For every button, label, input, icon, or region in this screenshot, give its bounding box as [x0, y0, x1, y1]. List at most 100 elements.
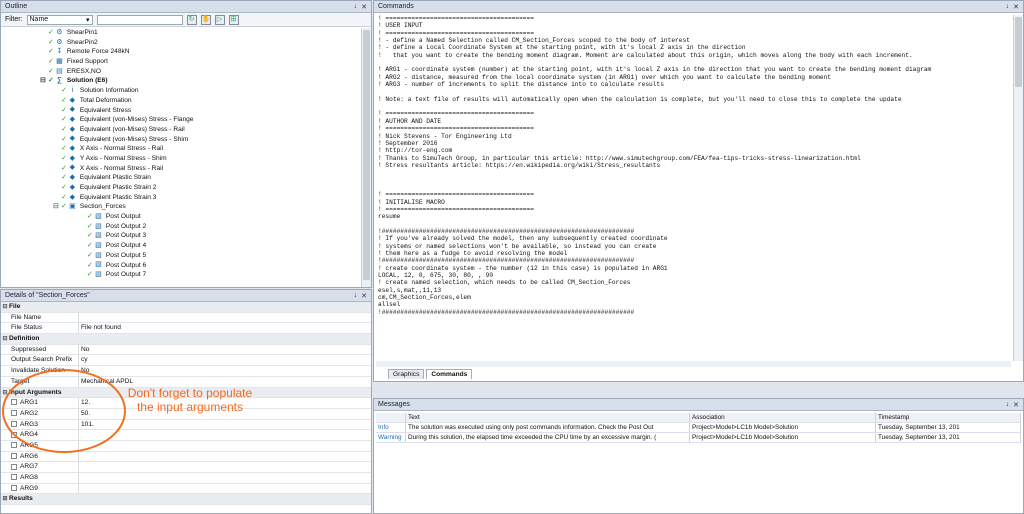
refresh-icon[interactable]: ↻	[186, 14, 197, 25]
message-row[interactable]: Warning During this solution, the elapsed…	[376, 433, 1021, 443]
pin-icon[interactable]: ↓	[354, 3, 358, 11]
details-section-file[interactable]: ⊟ File	[1, 302, 371, 313]
result-icon: ◆	[69, 193, 76, 201]
parameter-checkbox[interactable]	[11, 474, 17, 481]
tree-item[interactable]: ✓ ▤ ERESX,NO	[1, 67, 361, 77]
code-line: ! ======================================…	[378, 29, 534, 37]
property-value[interactable]: File not found	[79, 323, 371, 333]
tree-item[interactable]: ✓ ◆ Equivalent Stress	[1, 106, 361, 116]
code-line: LOCAL, 12, 0, 675, 30, 80, , 90	[378, 272, 494, 280]
close-icon[interactable]: ✕	[361, 292, 367, 300]
tree-item[interactable]: ✓ ▧ Post Output	[1, 212, 361, 222]
property-value[interactable]: cy	[79, 355, 371, 365]
tree-item[interactable]: ⊟ ✓ ▣ Section_Forces	[1, 202, 361, 212]
details-section-results[interactable]: ⊞ Results	[1, 494, 371, 506]
hand-icon[interactable]: ✋	[200, 14, 211, 25]
messages-header-row: Text Association Timestamp	[376, 413, 1021, 423]
close-icon[interactable]: ✕	[1013, 401, 1019, 409]
tree-item[interactable]: ✓ ◆ Total Deformation	[1, 96, 361, 106]
tab-commands[interactable]: Commands	[426, 369, 473, 379]
tab-graphics[interactable]: Graphics	[388, 369, 425, 379]
tree-item[interactable]: ✓ ◆ Equivalent Plastic Strain	[1, 173, 361, 183]
tree-item[interactable]: ✓ ▦ Fixed Support	[1, 57, 361, 67]
commands-editor[interactable]: ! ======================================…	[376, 15, 1011, 361]
tree-item[interactable]: ✓ ◆ X Axis - Normal Stress - Rail	[1, 144, 361, 154]
property-value[interactable]	[79, 313, 371, 323]
property-value[interactable]: No	[79, 345, 371, 355]
details-section-definition[interactable]: ⊟ Definition	[1, 334, 371, 345]
code-line: ! ARG2 - distance, measured from the loc…	[378, 73, 831, 81]
tree-item[interactable]: ✓ ◆ Equivalent (von-Mises) Stress - Rail	[1, 125, 361, 135]
tree-item[interactable]: ✓ ◆ X Axis - Normal Stress - Rail	[1, 164, 361, 174]
outline-scrollbar[interactable]	[361, 28, 371, 287]
property-value[interactable]	[79, 484, 371, 494]
property-value[interactable]	[79, 441, 371, 451]
result-icon: ◆	[69, 125, 76, 133]
parameter-checkbox[interactable]	[11, 410, 17, 417]
commands-scrollbar[interactable]	[1013, 15, 1023, 361]
tree-item[interactable]: ✓ ▧ Post Output 5	[1, 251, 361, 261]
filter-search-input[interactable]	[96, 14, 183, 25]
status-check-icon: ✓	[87, 261, 93, 269]
collapse-icon[interactable]: ⊟	[53, 202, 61, 212]
close-icon[interactable]: ✕	[1013, 3, 1019, 11]
tree-item[interactable]: ✓ ▧ Post Output 2	[1, 222, 361, 232]
commands-code[interactable]: ! ======================================…	[376, 15, 1011, 316]
status-check-icon: ✓	[61, 106, 67, 114]
column-header-type[interactable]	[376, 413, 406, 422]
pin-icon[interactable]: ↓	[354, 292, 358, 300]
parameter-checkbox[interactable]	[11, 420, 17, 427]
tree-item[interactable]: ⊟ ✓ ∑ Solution (E6)	[1, 76, 361, 86]
filter-select[interactable]: Name ▾	[26, 14, 93, 25]
column-header-text[interactable]: Text	[406, 413, 690, 422]
play-icon[interactable]: ▷	[214, 14, 225, 25]
parameter-checkbox[interactable]	[11, 484, 17, 491]
pin-icon[interactable]: ↓	[1006, 401, 1010, 409]
section-toggle-icon[interactable]: ⊟	[1, 334, 9, 344]
column-header-association[interactable]: Association	[690, 413, 876, 422]
parameter-checkbox[interactable]	[11, 399, 17, 406]
close-icon[interactable]: ✕	[361, 3, 367, 11]
property-value[interactable]	[79, 452, 371, 462]
message-association: Project>Model>LC1b Model>Solution	[690, 423, 876, 432]
parameter-checkbox[interactable]	[11, 463, 17, 470]
tree-item[interactable]: ✓ ◆ Y Axis - Normal Stress - Shim	[1, 154, 361, 164]
tree-item-label: X Axis - Normal Stress - Rail	[79, 164, 164, 172]
tree-item[interactable]: ✓ ▧ Post Output 3	[1, 231, 361, 241]
pin-icon[interactable]: ↓	[1006, 3, 1010, 11]
tree-item[interactable]: ✓ ↧ Remote Force 248kN	[1, 47, 361, 57]
collapse-icon[interactable]: ⊟	[40, 76, 48, 86]
parameter-checkbox[interactable]	[11, 452, 17, 459]
column-header-timestamp[interactable]: Timestamp	[876, 413, 1021, 422]
property-value[interactable]: No	[79, 366, 371, 376]
parameter-checkbox[interactable]	[11, 431, 17, 438]
section-toggle-icon[interactable]: ⊟	[1, 302, 9, 312]
property-value[interactable]	[79, 473, 371, 483]
property-value[interactable]: 101.	[79, 420, 371, 430]
message-row[interactable]: Info The solution was executed using only…	[376, 423, 1021, 433]
tree-item[interactable]: ✓ ▧ Post Output 6	[1, 261, 361, 271]
parameter-checkbox[interactable]	[11, 442, 17, 449]
outline-scroll-thumb[interactable]	[363, 30, 370, 280]
section-toggle-icon[interactable]: ⊞	[1, 494, 9, 504]
tree-item[interactable]: ✓ ⚙ ShearPin2	[1, 38, 361, 48]
section-toggle-icon[interactable]: ⊟	[1, 388, 9, 398]
status-check-icon: ✓	[87, 251, 93, 259]
result-icon: ◆	[69, 135, 76, 143]
tree-item[interactable]: ✓ ◆ Equivalent Plastic Strain 2	[1, 183, 361, 193]
messages-pane: Messages ↓ ✕ Text Association Timestamp …	[373, 398, 1024, 514]
tree-item[interactable]: ✓ ▧ Post Output 4	[1, 241, 361, 251]
tree-item[interactable]: ✓ ◆ Equivalent (von-Mises) Stress - Flange	[1, 115, 361, 125]
expand-all-icon[interactable]: ⊞	[228, 14, 239, 25]
property-value[interactable]	[79, 462, 371, 472]
tree-item[interactable]: ✓ ◆ Equivalent (von-Mises) Stress - Shim	[1, 135, 361, 145]
force-icon: ↧	[56, 48, 63, 56]
code-line: resume	[378, 213, 401, 221]
tree-item[interactable]: ✓ ⚙ ShearPin1	[1, 28, 361, 38]
commands-scroll-thumb[interactable]	[1015, 17, 1022, 87]
tree-item[interactable]: ✓ i Solution Information	[1, 86, 361, 96]
tree-item[interactable]: ✓ ◆ Equivalent Plastic Strain 3	[1, 193, 361, 203]
status-check-icon: ✓	[48, 48, 54, 56]
tree-item[interactable]: ✓ ▧ Post Output 7	[1, 270, 361, 280]
property-value[interactable]	[79, 430, 371, 440]
